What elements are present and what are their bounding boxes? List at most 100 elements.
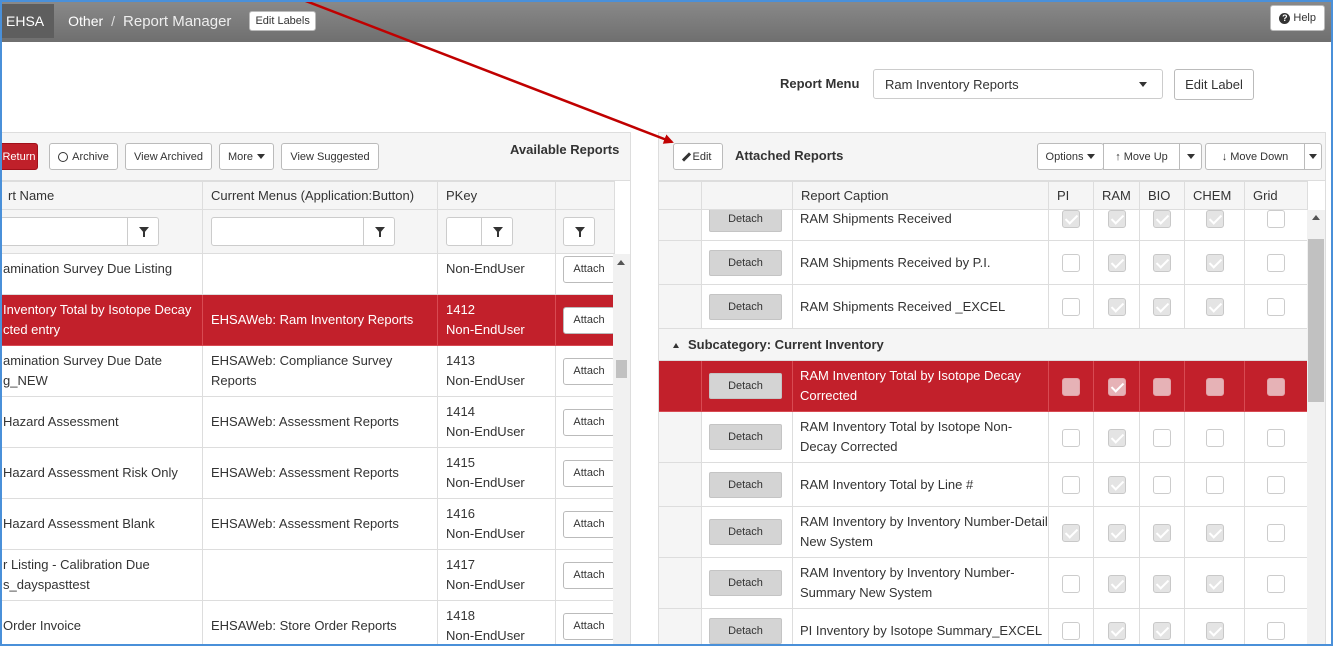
bio-checkbox[interactable]: [1153, 574, 1171, 593]
ram-checkbox[interactable]: [1107, 254, 1126, 273]
column-header-current-menus[interactable]: Current Menus (Application:Button): [202, 181, 438, 210]
detach-button[interactable]: Detach: [709, 210, 782, 232]
left-scrollbar-thumb[interactable]: [616, 360, 627, 378]
column-header-chem[interactable]: CHEM: [1184, 181, 1245, 210]
bio-checkbox[interactable]: [1153, 210, 1171, 229]
chem-checkbox[interactable]: [1205, 298, 1224, 317]
table-row[interactable]: amination Survey Due Listing Non-EndUser A…: [0, 254, 614, 295]
archive-button[interactable]: Archive: [49, 143, 118, 170]
table-row[interactable]: Detach RAM Inventory by Inventory Number-…: [659, 557, 1307, 609]
filter-menus-button[interactable]: [363, 217, 395, 246]
detach-button[interactable]: Detach: [709, 519, 782, 545]
column-header-report-name[interactable]: rt Name: [0, 181, 203, 210]
grid-checkbox[interactable]: [1267, 574, 1285, 593]
chem-checkbox[interactable]: [1205, 574, 1224, 593]
detach-button[interactable]: Detach: [709, 424, 782, 450]
pi-checkbox[interactable]: [1062, 622, 1080, 641]
detach-button[interactable]: Detach: [709, 293, 782, 320]
move-up-split-toggle[interactable]: [1179, 143, 1202, 170]
edit-label-button[interactable]: Edit Label: [1174, 69, 1254, 100]
right-scrollbar-thumb[interactable]: [1308, 239, 1324, 402]
table-row[interactable]: Detach RAM Inventory by Inventory Number-…: [659, 506, 1307, 558]
help-button[interactable]: ? Help: [1270, 5, 1325, 31]
pi-checkbox[interactable]: [1062, 574, 1080, 593]
edit-labels-button[interactable]: Edit Labels: [249, 11, 316, 31]
right-scrollbar[interactable]: [1307, 210, 1325, 645]
breadcrumb-other[interactable]: Other: [68, 13, 103, 29]
pi-checkbox[interactable]: [1062, 210, 1080, 229]
attach-button[interactable]: Attach: [563, 612, 614, 640]
view-archived-button[interactable]: View Archived: [125, 143, 212, 170]
table-row[interactable]: Inventory Total by Isotope Decay cted ent…: [0, 294, 614, 346]
pi-checkbox[interactable]: [1062, 428, 1080, 447]
ram-checkbox[interactable]: [1107, 574, 1126, 593]
chem-checkbox[interactable]: [1205, 428, 1224, 447]
table-row[interactable]: Hazard Assessment Blank EHSAWeb: Assessme…: [0, 498, 614, 550]
detach-button[interactable]: Detach: [709, 373, 782, 399]
move-down-split-toggle[interactable]: [1304, 143, 1322, 170]
detach-button[interactable]: Detach: [709, 570, 782, 596]
bio-checkbox[interactable]: [1153, 377, 1171, 396]
table-row[interactable]: Detach RAM Shipments Received: [659, 210, 1307, 241]
detach-button[interactable]: Detach: [709, 617, 782, 644]
chem-checkbox[interactable]: [1205, 210, 1224, 229]
table-row[interactable]: Detach PI Inventory by Isotope Summary_EX…: [659, 608, 1307, 645]
grid-checkbox[interactable]: [1267, 428, 1285, 447]
table-row[interactable]: Detach RAM Inventory Total by Isotope Non…: [659, 411, 1307, 463]
grid-checkbox[interactable]: [1267, 377, 1285, 396]
chem-checkbox[interactable]: [1205, 254, 1224, 273]
attach-button[interactable]: Attach: [563, 459, 614, 487]
scroll-up-arrow-icon[interactable]: [617, 260, 625, 265]
options-dropdown-button[interactable]: Options: [1037, 143, 1104, 170]
ram-checkbox[interactable]: [1107, 622, 1126, 641]
return-button[interactable]: Return: [0, 143, 38, 170]
report-menu-select[interactable]: Ram Inventory Reports: [873, 69, 1163, 99]
ram-checkbox[interactable]: [1107, 523, 1126, 542]
attach-button[interactable]: Attach: [563, 510, 614, 538]
grid-checkbox[interactable]: [1267, 254, 1285, 273]
attach-button[interactable]: Attach: [563, 306, 614, 334]
filter-actions-button[interactable]: [563, 217, 595, 246]
filter-menus-input[interactable]: [211, 217, 364, 246]
ram-checkbox[interactable]: [1107, 298, 1126, 317]
chem-checkbox[interactable]: [1205, 377, 1224, 396]
filter-pkey-input[interactable]: [446, 217, 482, 246]
edit-button[interactable]: Edit: [673, 143, 723, 170]
left-scrollbar[interactable]: [613, 254, 630, 645]
table-row[interactable]: amination Survey Due Date g_NEW EHSAWeb: C…: [0, 345, 614, 397]
more-dropdown-button[interactable]: More: [219, 143, 274, 170]
column-header-pi[interactable]: PI: [1048, 181, 1094, 210]
table-row[interactable]: Detach RAM Inventory Total by Line #: [659, 462, 1307, 507]
brand-link[interactable]: EHSA: [2, 4, 55, 38]
pi-checkbox[interactable]: [1062, 298, 1080, 317]
table-row[interactable]: Order Invoice EHSAWeb: Store Order Report…: [0, 600, 614, 645]
ram-checkbox[interactable]: [1107, 210, 1126, 229]
table-row[interactable]: Hazard Assessment EHSAWeb: Assessment Rep…: [0, 396, 614, 448]
grid-checkbox[interactable]: [1267, 210, 1285, 229]
chem-checkbox[interactable]: [1205, 476, 1224, 495]
grid-checkbox[interactable]: [1267, 622, 1285, 641]
table-row[interactable]: r Listing - Calibration Due s_dayspasttes…: [0, 549, 614, 601]
bio-checkbox[interactable]: [1153, 523, 1171, 542]
bio-checkbox[interactable]: [1153, 254, 1171, 273]
bio-checkbox[interactable]: [1153, 298, 1171, 317]
detach-button[interactable]: Detach: [709, 471, 782, 498]
detach-button[interactable]: Detach: [709, 249, 782, 276]
table-row[interactable]: Detach RAM Inventory Total by Isotope Dec…: [659, 360, 1307, 412]
attach-button[interactable]: Attach: [563, 357, 614, 385]
grid-checkbox[interactable]: [1267, 476, 1285, 495]
column-header-ram[interactable]: RAM: [1093, 181, 1140, 210]
pi-checkbox[interactable]: [1062, 254, 1080, 273]
table-row[interactable]: Detach RAM Shipments Received _EXCEL: [659, 284, 1307, 329]
attach-button[interactable]: Attach: [563, 255, 614, 283]
attach-button[interactable]: Attach: [563, 408, 614, 436]
filter-name-input[interactable]: [0, 217, 128, 246]
subcategory-row[interactable]: Subcategory: Current Inventory: [659, 328, 1307, 361]
chem-checkbox[interactable]: [1205, 523, 1224, 542]
column-header-grid[interactable]: Grid: [1244, 181, 1308, 210]
table-row[interactable]: Hazard Assessment Risk Only EHSAWeb: Asse…: [0, 447, 614, 499]
ram-checkbox[interactable]: [1107, 377, 1126, 396]
collapse-triangle-icon[interactable]: [673, 343, 679, 349]
ram-checkbox[interactable]: [1107, 476, 1126, 495]
ram-checkbox[interactable]: [1107, 428, 1126, 447]
